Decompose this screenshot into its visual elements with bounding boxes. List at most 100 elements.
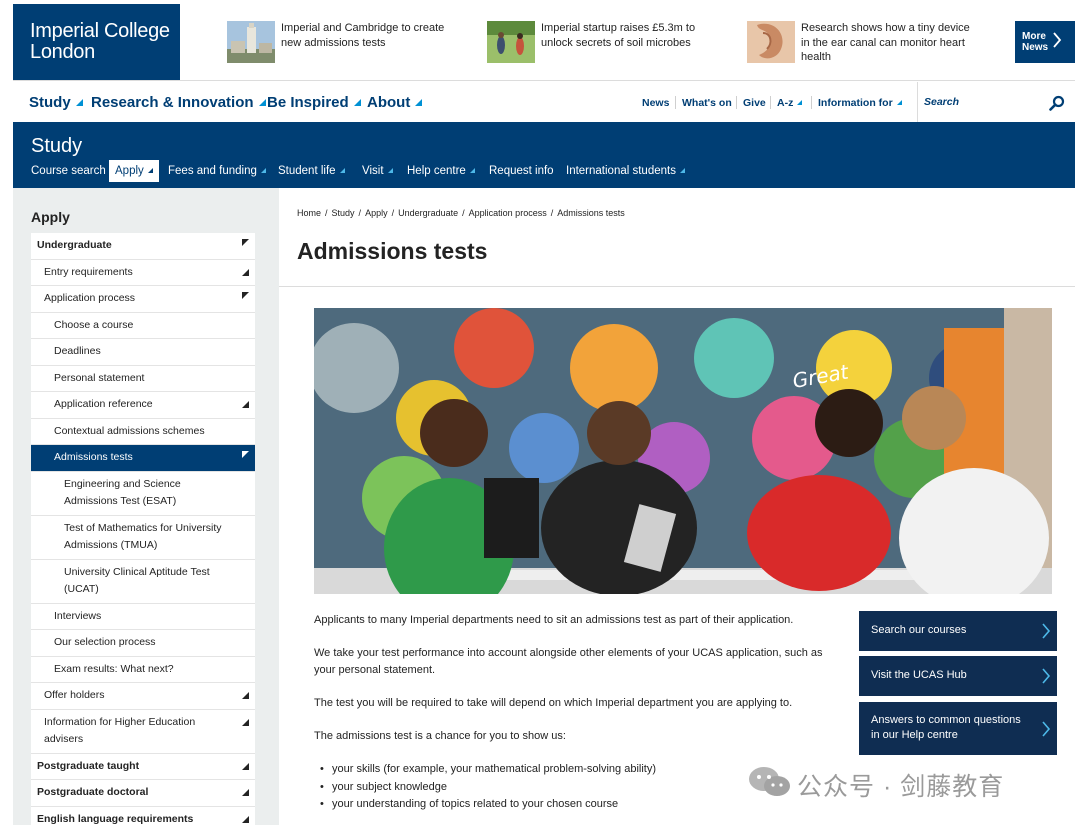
sidebar-item-label: Our selection process	[54, 636, 156, 648]
breadcrumb-link[interactable]: Study	[332, 208, 355, 218]
chevron-right-icon	[1042, 721, 1051, 737]
breadcrumb-separator: /	[550, 208, 554, 218]
dropdown-triangle-icon	[339, 168, 345, 173]
chevron-right-icon	[1042, 623, 1051, 639]
sidebar-item[interactable]: Interviews	[31, 604, 255, 630]
breadcrumb-separator: /	[391, 208, 395, 218]
sidebar-item-label: Undergraduate	[37, 239, 112, 251]
sidebar-item[interactable]: Postgraduate taught	[31, 754, 255, 780]
section-nav-course-search[interactable]: Course search	[31, 160, 106, 182]
section-nav-help-centre[interactable]: Help centre	[407, 160, 475, 182]
collapsed-arrow-icon[interactable]	[242, 401, 249, 408]
nav-be-inspired[interactable]: Be Inspired	[267, 94, 361, 111]
collapsed-arrow-icon[interactable]	[242, 789, 249, 796]
sidebar-item-label: Exam results: What next?	[54, 662, 174, 675]
dropdown-triangle-icon	[387, 168, 393, 173]
section-nav-fees-funding[interactable]: Fees and funding	[168, 160, 266, 182]
nav-whats-on[interactable]: What's on	[682, 97, 732, 109]
nav-study[interactable]: Study	[29, 94, 83, 111]
collapsed-arrow-icon[interactable]	[242, 692, 249, 699]
nav-give[interactable]: Give	[743, 97, 766, 109]
sidebar-item-label: Entry requirements	[44, 265, 133, 278]
sidebar-item-label: Information for Higher Education adviser…	[44, 715, 196, 746]
expanded-arrow-icon[interactable]	[242, 451, 249, 458]
news-thumbnail	[227, 21, 275, 63]
more-news-button[interactable]: More News	[1015, 21, 1075, 63]
dropdown-triangle-icon	[260, 168, 266, 173]
sidebar-item-label: Admissions tests	[54, 451, 133, 463]
section-nav-student-life[interactable]: Student life	[278, 160, 345, 182]
collapsed-arrow-icon[interactable]	[242, 815, 249, 823]
sidebar-item-label: University Clinical Aptitude Test (UCAT)	[64, 565, 210, 596]
ucas-hub-button[interactable]: Visit the UCAS Hub	[859, 656, 1057, 696]
sidebar-item[interactable]: Application process	[31, 286, 255, 313]
sidebar-item[interactable]: Exam results: What next?	[31, 657, 255, 683]
sidebar-item-label: Test of Mathematics for University Admis…	[64, 521, 222, 552]
chevron-right-icon	[1042, 668, 1051, 684]
sidebar-item[interactable]: Engineering and Science Admissions Test …	[31, 472, 255, 516]
dropdown-triangle-icon	[75, 99, 83, 106]
search-input[interactable]: Search	[917, 82, 1075, 122]
help-centre-button[interactable]: Answers to common questions in our Help …	[859, 702, 1057, 755]
dropdown-triangle-icon	[147, 168, 153, 173]
sidebar-item[interactable]: Entry requirements	[31, 260, 255, 286]
section-nav-visit[interactable]: Visit	[362, 160, 393, 182]
sidebar-item[interactable]: Test of Mathematics for University Admis…	[31, 516, 255, 560]
sidebar-item[interactable]: Information for Higher Education adviser…	[31, 710, 255, 754]
dropdown-triangle-icon	[896, 100, 902, 105]
paragraph: We take your test performance into accou…	[314, 647, 823, 676]
section-nav: Study Course search Apply Fees and fundi…	[13, 122, 1075, 188]
dropdown-triangle-icon	[797, 100, 803, 105]
sidebar-item[interactable]: Contextual admissions schemes	[31, 419, 255, 445]
nav-research-innovation[interactable]: Research & Innovation	[91, 94, 266, 111]
section-nav-international[interactable]: International students	[566, 160, 685, 182]
news-thumbnail	[487, 21, 535, 63]
paragraph: Applicants to many Imperial departments …	[314, 614, 794, 626]
sidebar-item[interactable]: English language requirements	[31, 807, 255, 825]
collapsed-arrow-icon[interactable]	[242, 762, 249, 770]
search-icon[interactable]	[1049, 95, 1065, 111]
sidebar-item[interactable]: Offer holders	[31, 683, 255, 710]
search-courses-button[interactable]: Search our courses	[859, 611, 1057, 651]
breadcrumb-link[interactable]: Home	[297, 208, 321, 218]
sidebar-item-label: Application process	[44, 292, 136, 304]
imperial-logo[interactable]: Imperial College London	[13, 4, 180, 80]
expanded-arrow-icon[interactable]	[242, 292, 249, 299]
paragraph: The test you will be required to take wi…	[314, 697, 793, 709]
breadcrumb-separator: /	[462, 208, 465, 218]
sidebar-item-label: Deadlines	[54, 345, 101, 357]
sidebar-item[interactable]: Admissions tests	[31, 445, 255, 472]
sidebar-item[interactable]: Our selection process	[31, 630, 255, 657]
breadcrumb-link[interactable]: Undergraduate	[398, 208, 458, 218]
expanded-arrow-icon[interactable]	[242, 239, 249, 246]
sidebar-item[interactable]: Personal statement	[31, 366, 255, 392]
watermark: 公众号 · 剑藤教育	[745, 762, 1045, 802]
sidebar-item[interactable]: Application reference	[31, 392, 255, 419]
sidebar-item[interactable]: Deadlines	[31, 339, 255, 366]
breadcrumb-link[interactable]: Application process	[469, 208, 547, 218]
collapsed-arrow-icon[interactable]	[242, 718, 249, 726]
sidebar-item[interactable]: Postgraduate doctoral	[31, 780, 255, 807]
site-header: Imperial College London Imperial and Cam…	[13, 4, 1075, 80]
sidebar-item[interactable]: Undergraduate	[31, 233, 255, 260]
nav-about[interactable]: About	[367, 94, 423, 111]
news-thumbnail	[747, 21, 795, 63]
collapsed-arrow-icon[interactable]	[242, 268, 249, 276]
section-nav-apply[interactable]: Apply	[109, 160, 159, 182]
sidebar-item-label: Contextual admissions schemes	[54, 424, 205, 437]
hero-image: Great	[314, 308, 1052, 594]
breadcrumb-link[interactable]: Apply	[365, 208, 388, 218]
breadcrumb-separator: /	[358, 208, 362, 218]
nav-a-z[interactable]: A-z	[777, 97, 803, 109]
divider	[13, 80, 1075, 81]
nav-information-for[interactable]: Information for	[818, 97, 902, 109]
section-nav-request-info[interactable]: Request info	[489, 160, 554, 182]
paragraph: The admissions test is a chance for you …	[314, 730, 566, 742]
page-title: Admissions tests	[297, 238, 488, 264]
nav-news[interactable]: News	[642, 97, 669, 109]
sidebar-item[interactable]: University Clinical Aptitude Test (UCAT)	[31, 560, 255, 604]
sidebar-menu: Undergraduate Entry requirements Applicati…	[31, 233, 255, 825]
wechat-icon	[749, 767, 790, 796]
breadcrumb: Home / Study / Apply / Undergraduate / Applicati…	[297, 208, 625, 218]
sidebar-item[interactable]: Choose a course	[31, 313, 255, 339]
